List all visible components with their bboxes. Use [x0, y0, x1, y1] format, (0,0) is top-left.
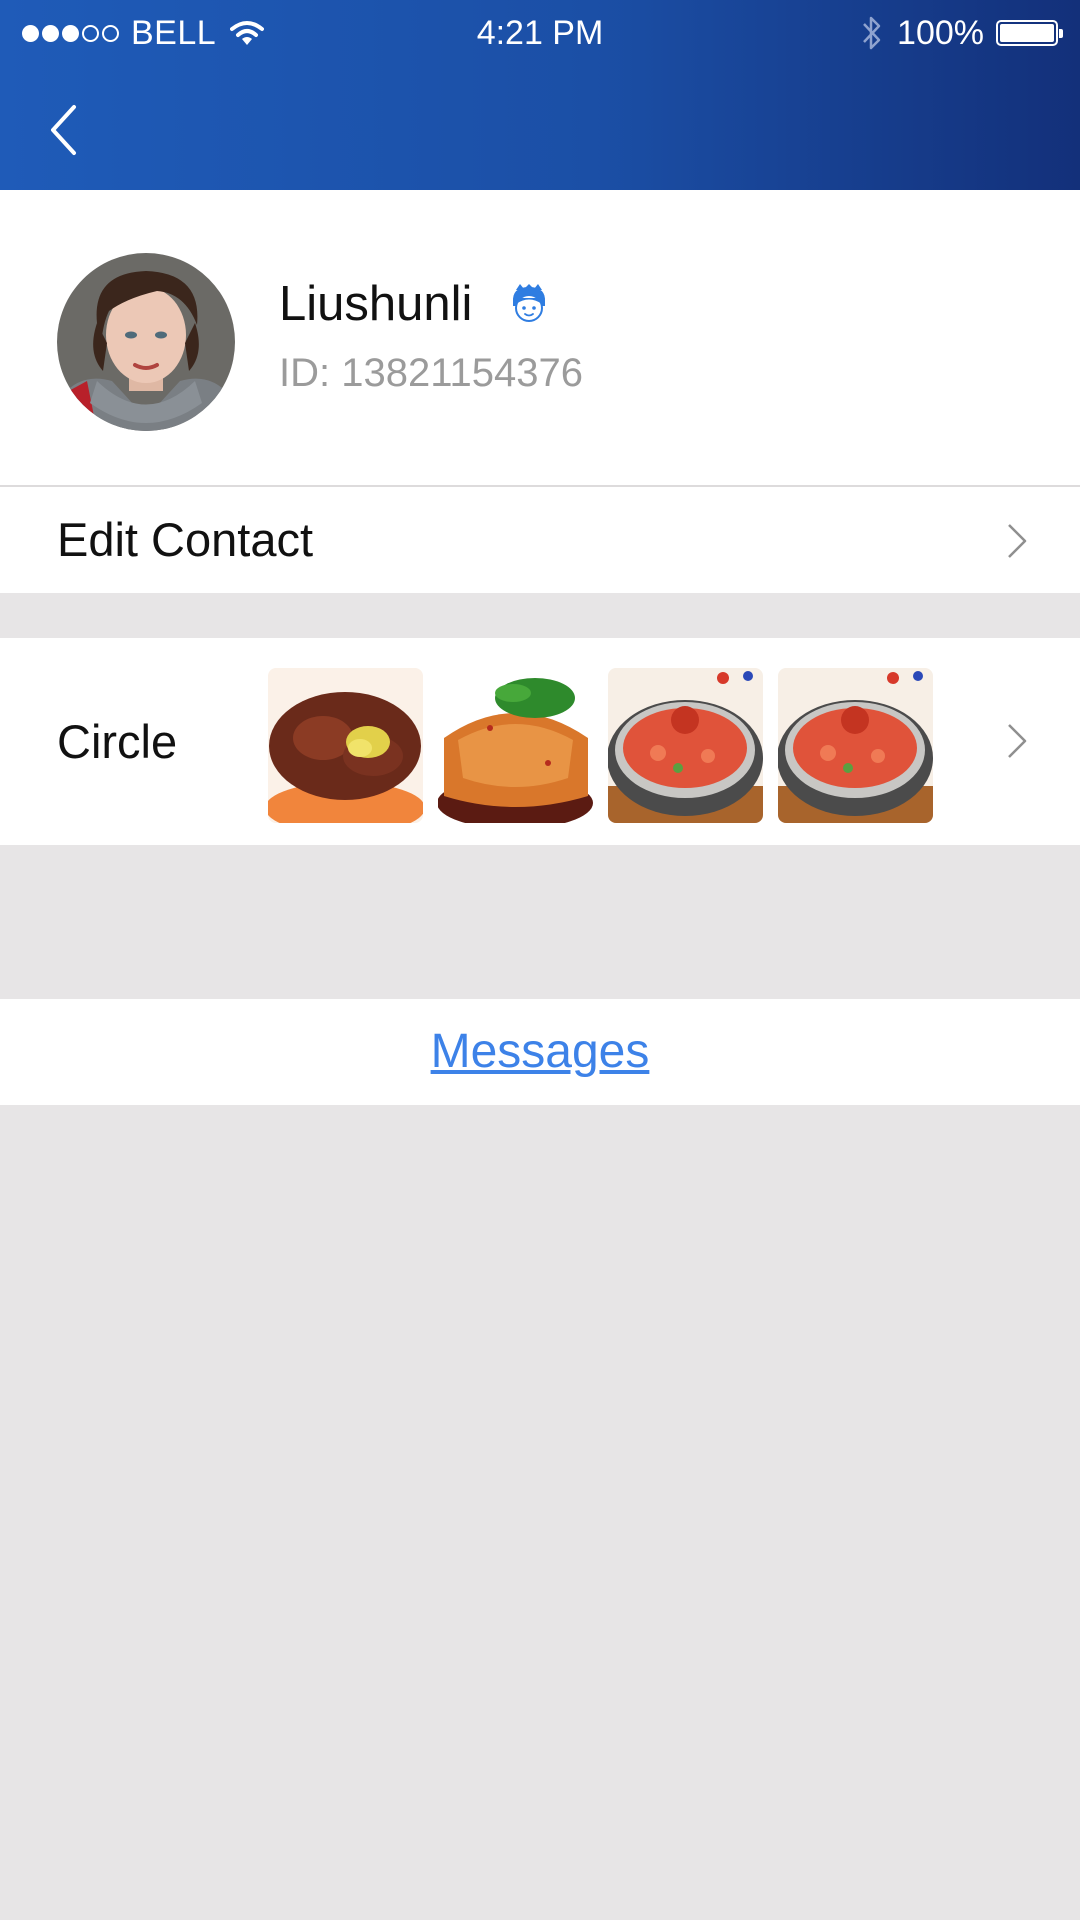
circle-thumbnail[interactable] — [778, 668, 933, 823]
bluetooth-icon — [863, 16, 881, 50]
circle-label: Circle — [57, 715, 178, 768]
top-bar: BELL 4:21 PM 100% — [0, 0, 1080, 190]
circle-thumbnail[interactable] — [438, 668, 593, 823]
battery-percent: 100% — [897, 13, 984, 52]
profile-card: Liushunli ID: 13821154376 — [0, 190, 1080, 485]
messages-link[interactable]: Messages — [431, 1025, 650, 1078]
edit-contact-row[interactable]: Edit Contact — [0, 487, 1080, 593]
chevron-right-icon — [1008, 724, 1027, 758]
status-right: 100% — [861, 10, 1063, 56]
avatar[interactable] — [57, 253, 235, 431]
circle-thumbnail[interactable] — [268, 668, 423, 823]
contact-id: ID: 13821154376 — [279, 351, 583, 395]
circle-row[interactable]: Circle — [0, 638, 1080, 845]
contact-name: Liushunli — [279, 277, 473, 331]
status-bar: BELL 4:21 PM 100% — [0, 0, 1080, 66]
chevron-left-icon — [51, 105, 76, 155]
chevron-right-icon — [1008, 524, 1027, 558]
circle-thumbnail[interactable] — [608, 668, 763, 823]
back-button[interactable] — [48, 100, 98, 160]
boy-face-icon — [512, 284, 546, 322]
battery-icon — [996, 20, 1063, 46]
edit-contact-label: Edit Contact — [57, 513, 314, 566]
messages-row: Messages — [0, 999, 1080, 1105]
